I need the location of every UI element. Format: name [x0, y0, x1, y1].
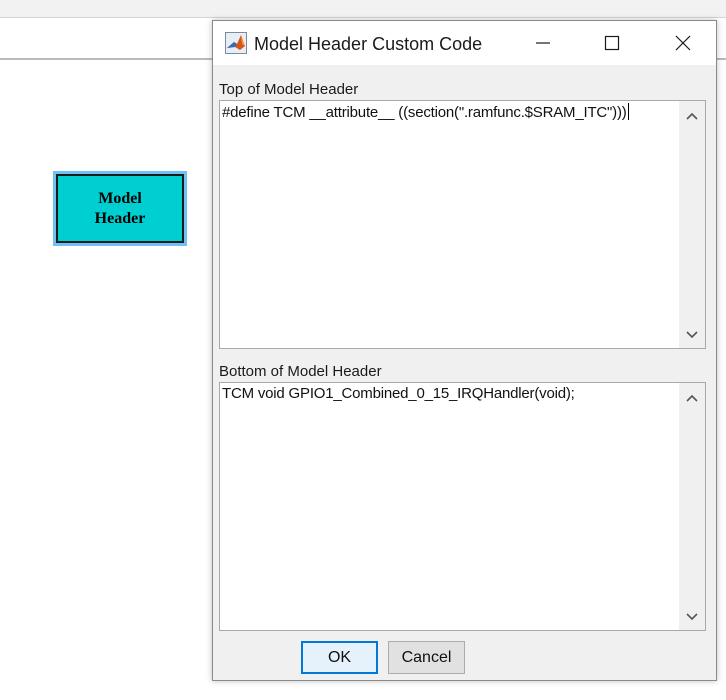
model-header-block-body[interactable]: Model Header — [56, 174, 184, 243]
maximize-icon — [604, 35, 620, 51]
chevron-up-icon — [686, 394, 698, 402]
dialog-title: Model Header Custom Code — [254, 34, 483, 54]
scroll-down-button[interactable] — [679, 324, 705, 346]
ok-button[interactable]: OK — [301, 641, 378, 674]
block-label-line1: Model — [98, 189, 142, 207]
close-button[interactable] — [660, 21, 706, 65]
bottom-header-textarea[interactable]: TCM void GPIO1_Combined_0_15_IRQHandler(… — [219, 382, 706, 631]
chevron-down-icon — [686, 331, 698, 339]
minimize-icon — [536, 42, 550, 44]
model-header-block[interactable]: Model Header — [53, 171, 187, 246]
scroll-up-button[interactable] — [679, 387, 705, 409]
top-scrollbar[interactable] — [679, 101, 705, 348]
top-header-value: #define TCM __attribute__ ((section(".ra… — [222, 104, 627, 121]
top-header-label: Top of Model Header — [219, 81, 359, 98]
custom-code-dialog: Model Header Custom Code Top of Model He… — [212, 20, 717, 681]
text-caret — [627, 103, 629, 120]
bottom-scrollbar[interactable] — [679, 383, 705, 630]
block-label-line2: Header — [94, 209, 146, 227]
close-icon — [675, 35, 691, 51]
chevron-down-icon — [686, 613, 698, 621]
scroll-up-button[interactable] — [679, 105, 705, 127]
top-header-textarea[interactable]: #define TCM __attribute__ ((section(".ra… — [219, 100, 706, 349]
dialog-titlebar[interactable]: Model Header Custom Code — [213, 21, 716, 65]
window-top-strip — [0, 0, 726, 18]
maximize-button[interactable] — [589, 21, 635, 65]
chevron-up-icon — [686, 112, 698, 120]
minimize-button[interactable] — [520, 21, 566, 65]
scroll-down-button[interactable] — [679, 606, 705, 628]
bottom-header-label: Bottom of Model Header — [219, 363, 382, 380]
cancel-button[interactable]: Cancel — [388, 641, 465, 674]
matlab-icon — [225, 32, 247, 54]
bottom-header-value: TCM void GPIO1_Combined_0_15_IRQHandler(… — [222, 385, 575, 402]
